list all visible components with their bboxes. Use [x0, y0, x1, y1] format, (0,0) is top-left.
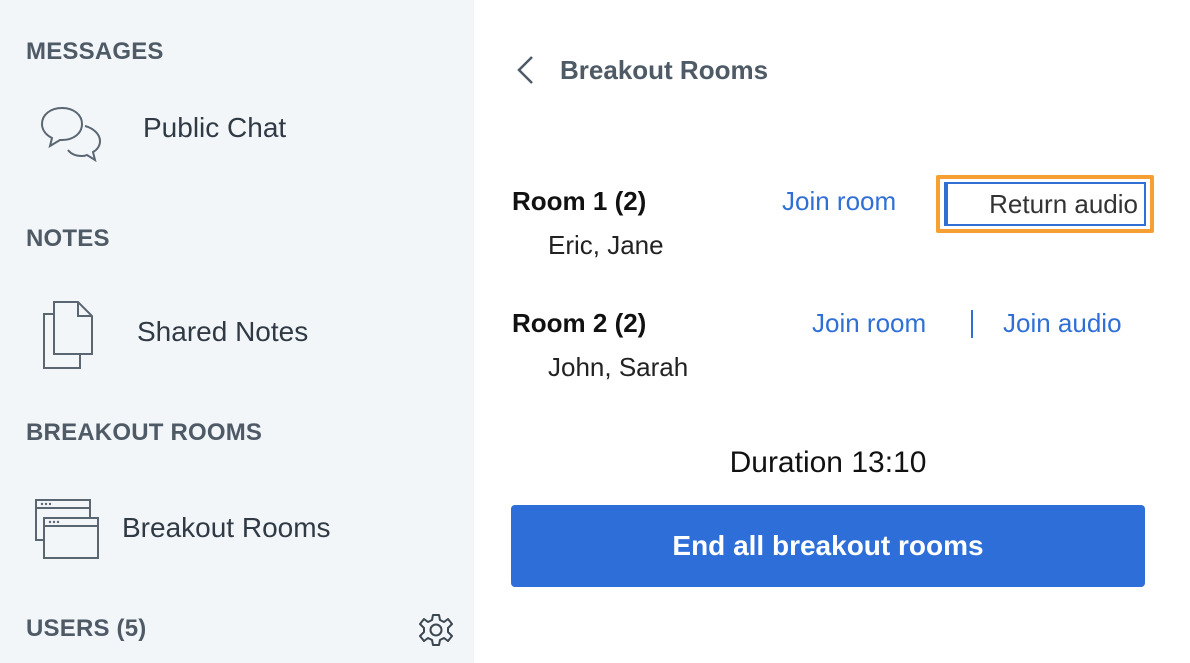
link-divider: [971, 310, 973, 338]
join-room-link[interactable]: Join room: [782, 186, 896, 217]
sidebar-item-shared-notes[interactable]: Shared Notes: [0, 292, 474, 372]
sidebar-item-breakout-rooms[interactable]: Breakout Rooms: [0, 490, 474, 570]
gear-icon[interactable]: [418, 612, 454, 648]
back-to-breakout-button[interactable]: Breakout Rooms: [514, 52, 768, 88]
sidebar-item-label: Public Chat: [143, 112, 287, 143]
breakout-section-title: BREAKOUT ROOMS: [26, 419, 263, 446]
chevron-left-icon: [517, 56, 533, 84]
duration-text: Duration 13:10: [729, 446, 927, 479]
room-users: John, Sarah: [548, 352, 689, 382]
breakout-windows-icon: [34, 498, 102, 567]
sidebar-item-public-chat[interactable]: Public Chat: [0, 90, 474, 170]
room-name: Room 2 (2): [512, 308, 647, 338]
join-room-link[interactable]: Join room: [812, 308, 926, 339]
panel-title: Breakout Rooms: [560, 54, 769, 85]
chat-bubbles-icon: [38, 104, 106, 169]
breakout-panel: Breakout Rooms Room 1 (2) Eric, Jane Joi…: [474, 0, 1190, 663]
sidebar: MESSAGES Public Chat NOTES Shared Notes …: [0, 0, 474, 663]
users-section-title: USERS (5): [26, 615, 147, 642]
room-users: Eric, Jane: [548, 230, 664, 260]
end-all-breakout-rooms-button[interactable]: End all breakout rooms: [511, 505, 1145, 587]
return-audio-label: Return audio: [944, 182, 1146, 226]
room-name: Room 1 (2): [512, 186, 647, 216]
notes-section-title: NOTES: [26, 225, 110, 252]
return-audio-button[interactable]: Return audio: [936, 175, 1154, 233]
join-audio-link[interactable]: Join audio: [1003, 308, 1122, 339]
sidebar-item-label: Shared Notes: [137, 316, 309, 347]
notes-icon: [40, 300, 98, 377]
sidebar-item-label: Breakout Rooms: [122, 512, 331, 543]
messages-section-title: MESSAGES: [26, 38, 164, 65]
